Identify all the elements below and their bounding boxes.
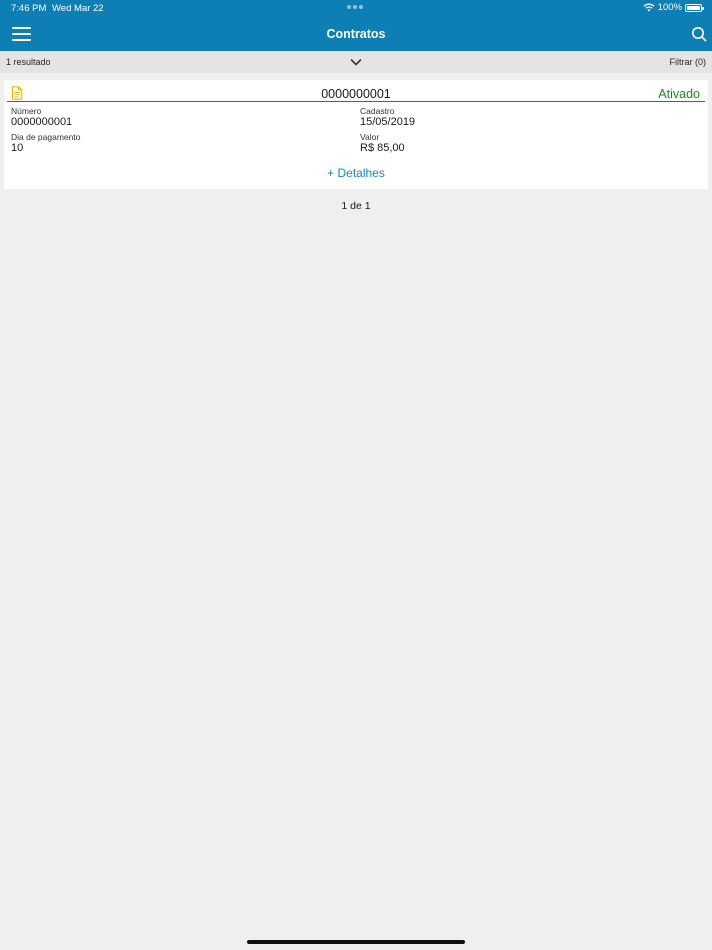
numero-value: 0000000001: [11, 116, 73, 128]
dia-pagamento-label: Dia de pagamento: [11, 132, 81, 142]
contract-number-title: 0000000001: [321, 87, 391, 101]
results-count: 1 resultado: [6, 57, 51, 67]
status-date: Wed Mar 22: [52, 3, 104, 14]
wifi-icon: [643, 3, 655, 12]
details-link[interactable]: + Detalhes: [4, 166, 708, 180]
battery-percent: 100%: [657, 2, 682, 13]
cadastro-value: 15/05/2019: [360, 116, 416, 128]
card-divider: [7, 101, 705, 102]
status-badge: Ativado: [658, 87, 700, 101]
valor-value: R$ 85,00: [360, 142, 405, 154]
status-bar: 7:46 PM Wed Mar 22 100%: [0, 0, 712, 17]
numero-label: Número: [11, 106, 42, 116]
contract-card[interactable]: 0000000001 Ativado Número 0000000001 Cad…: [4, 80, 708, 189]
chevron-down-icon[interactable]: [350, 58, 362, 67]
status-right: 100%: [643, 2, 704, 13]
pagination-text: 1 de 1: [341, 200, 371, 212]
search-icon[interactable]: [691, 26, 707, 42]
dia-pagamento-value: 10: [11, 142, 24, 154]
multitasking-dots-icon[interactable]: [347, 5, 363, 9]
status-time: 7:46 PM: [11, 3, 47, 14]
cadastro-label: Cadastro: [360, 106, 395, 116]
battery-icon: [685, 3, 704, 12]
results-bar: 1 resultado Filtrar (0): [0, 51, 712, 73]
page-title: Contratos: [326, 27, 386, 41]
valor-label: Valor: [360, 132, 380, 142]
app-header: 7:46 PM Wed Mar 22 100% Contratos: [0, 0, 712, 51]
home-indicator[interactable]: [247, 940, 465, 944]
filter-button[interactable]: Filtrar (0): [670, 57, 707, 67]
